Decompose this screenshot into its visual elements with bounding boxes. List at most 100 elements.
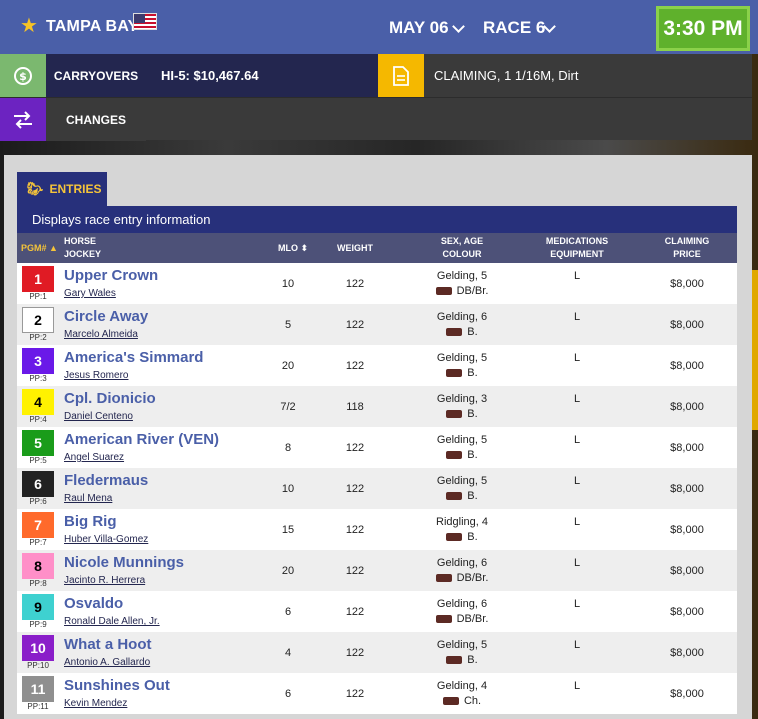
col-pgm[interactable]: PGM# ▲ [21, 233, 61, 263]
sex-age: Ridgling, 4 [436, 516, 488, 528]
entries-table-header: PGM# ▲ HORSE JOCKEY MLO ⬍ WEIGHT SEX, AG… [17, 233, 737, 263]
carryover-dollar-icon[interactable]: $ [0, 54, 46, 97]
tab-entries-label: ENTRIES [49, 182, 102, 196]
entries-description: Displays race entry information [17, 206, 737, 233]
claiming-price: $8,000 [670, 483, 704, 495]
medications: L [573, 557, 581, 569]
tab-entries[interactable]: 🐎︎ ENTRIES [17, 172, 107, 206]
weight: 122 [345, 360, 365, 372]
track-name[interactable]: TAMPA BAY [46, 18, 138, 36]
favorite-star-icon[interactable]: ★ [20, 15, 38, 37]
program-number-badge: 9 [22, 594, 54, 620]
horse-colour: B. [407, 531, 517, 543]
col-sex-age-colour: SEX, AGE COLOUR [440, 236, 484, 259]
table-row[interactable]: 5 PP:5 American River (VEN) Angel Suarez 8 12… [17, 427, 737, 468]
colour-swatch-icon [446, 410, 463, 418]
horse-name-link[interactable]: Nicole Munnings [64, 554, 184, 571]
col-weight: WEIGHT [337, 242, 373, 253]
changes-button[interactable]: CHANGES [46, 98, 146, 141]
weight: 122 [345, 524, 365, 536]
jockey-name-link[interactable]: Jesus Romero [64, 370, 128, 381]
morning-line-odds: 20 [281, 360, 295, 372]
table-row[interactable]: 3 PP:3 America's Simmard Jesus Romero 20 122 G… [17, 345, 737, 386]
jockey-name-link[interactable]: Daniel Centeno [64, 411, 133, 422]
sort-updown-icon: ⬍ [300, 242, 309, 253]
sex-age: Gelding, 6 [436, 598, 488, 610]
horse-colour: B. [407, 490, 517, 502]
horse-name-link[interactable]: Sunshines Out [64, 677, 170, 694]
jockey-name-link[interactable]: Antonio A. Gallardo [64, 657, 150, 668]
table-row[interactable]: 1 PP:1 Upper Crown Gary Wales 10 122 Gelding, … [17, 263, 737, 304]
program-number-badge: 5 [22, 430, 54, 456]
horse-name-link[interactable]: Upper Crown [64, 267, 158, 284]
horse-name-link[interactable]: Big Rig [64, 513, 117, 530]
table-row[interactable]: 2 PP:2 Circle Away Marcelo Almeida 5 122 Geldi… [17, 304, 737, 345]
program-number-badge: 7 [22, 512, 54, 538]
colour-swatch-icon [442, 697, 459, 705]
jockey-name-link[interactable]: Marcelo Almeida [64, 329, 138, 340]
sex-age: Gelding, 5 [436, 270, 488, 282]
table-row[interactable]: 6 PP:6 Fledermaus Raul Mena 10 122 Gelding, 5 B… [17, 468, 737, 509]
horse-colour: B. [407, 326, 517, 338]
table-row[interactable]: 8 PP:8 Nicole Munnings Jacinto R. Herrera 20… [17, 550, 737, 591]
post-position: PP:9 [29, 620, 47, 629]
sort-up-icon: ▲ [49, 242, 58, 253]
medications: L [573, 393, 581, 405]
info-bar-changes: CHANGES [0, 97, 752, 141]
medications: L [573, 475, 581, 487]
horse-colour: B. [407, 449, 517, 461]
date-chevron-down-icon[interactable] [452, 20, 465, 33]
horse-colour: DB/Br. [407, 285, 517, 297]
horse-colour: DB/Br. [407, 613, 517, 625]
col-mlo[interactable]: MLO ⬍ [268, 233, 318, 263]
horse-name-link[interactable]: Fledermaus [64, 472, 148, 489]
carryovers-label[interactable]: CARRYOVERS [46, 54, 146, 97]
colour-swatch-icon [435, 615, 452, 623]
table-row[interactable]: 7 PP:7 Big Rig Huber Villa-Gomez 15 122 Ridgli… [17, 509, 737, 550]
jockey-name-link[interactable]: Raul Mena [64, 493, 112, 504]
table-row[interactable]: 9 PP:9 Osvaldo Ronald Dale Allen, Jr. 6 122 Ge… [17, 591, 737, 632]
table-row[interactable]: 10 PP:10 What a Hoot Antonio A. Gallardo 4 12… [17, 632, 737, 673]
sex-age: Gelding, 5 [436, 639, 488, 651]
weight: 122 [345, 319, 365, 331]
jockey-name-link[interactable]: Huber Villa-Gomez [64, 534, 148, 545]
program-number-badge: 4 [22, 389, 54, 415]
horse-colour: B. [407, 654, 517, 666]
post-position: PP:4 [29, 415, 47, 424]
horse-name-link[interactable]: Cpl. Dionicio [64, 390, 156, 407]
col-horse-jockey: HORSE JOCKEY [64, 236, 102, 259]
medications: L [573, 680, 581, 692]
swap-arrows-icon[interactable] [0, 98, 46, 141]
jockey-name-link[interactable]: Ronald Dale Allen, Jr. [64, 616, 160, 627]
horse-name-link[interactable]: America's Simmard [64, 349, 203, 366]
col-claiming-price: CLAIMING PRICE [664, 236, 710, 259]
claiming-price: $8,000 [670, 524, 704, 536]
race-selector[interactable]: RACE 6 [483, 18, 545, 38]
horse-name-link[interactable]: Osvaldo [64, 595, 123, 612]
horse-name-link[interactable]: What a Hoot [64, 636, 152, 653]
morning-line-odds: 6 [284, 688, 292, 700]
horse-name-link[interactable]: Circle Away [64, 308, 148, 325]
date-selector[interactable]: MAY 06 [389, 18, 449, 38]
document-icon [378, 54, 424, 97]
medications: L [573, 516, 581, 528]
claiming-price: $8,000 [670, 606, 704, 618]
horse-name-link[interactable]: American River (VEN) [64, 431, 219, 448]
jockey-name-link[interactable]: Gary Wales [64, 288, 116, 299]
weight: 122 [345, 647, 365, 659]
weight: 122 [345, 606, 365, 618]
medications: L [573, 270, 581, 282]
table-row[interactable]: 11 PP:11 Sunshines Out Kevin Mendez 6 122 Geld… [17, 673, 737, 714]
carryovers-value: HI-5: $10,467.64 [146, 54, 378, 97]
race-header: ★ TAMPA BAY MAY 06 RACE 6 3:30 PM [0, 0, 758, 54]
morning-line-odds: 7/2 [280, 401, 296, 413]
jockey-name-link[interactable]: Kevin Mendez [64, 698, 127, 709]
sex-age: Gelding, 6 [436, 311, 488, 323]
claiming-price: $8,000 [670, 360, 704, 372]
race-conditions: CLAIMING, 1 1/16M, Dirt [434, 68, 579, 83]
table-row[interactable]: 4 PP:4 Cpl. Dionicio Daniel Centeno 7/2 118 Ge… [17, 386, 737, 427]
sex-age: Gelding, 4 [436, 680, 488, 692]
weight: 122 [345, 688, 365, 700]
jockey-name-link[interactable]: Angel Suarez [64, 452, 124, 463]
jockey-name-link[interactable]: Jacinto R. Herrera [64, 575, 145, 586]
